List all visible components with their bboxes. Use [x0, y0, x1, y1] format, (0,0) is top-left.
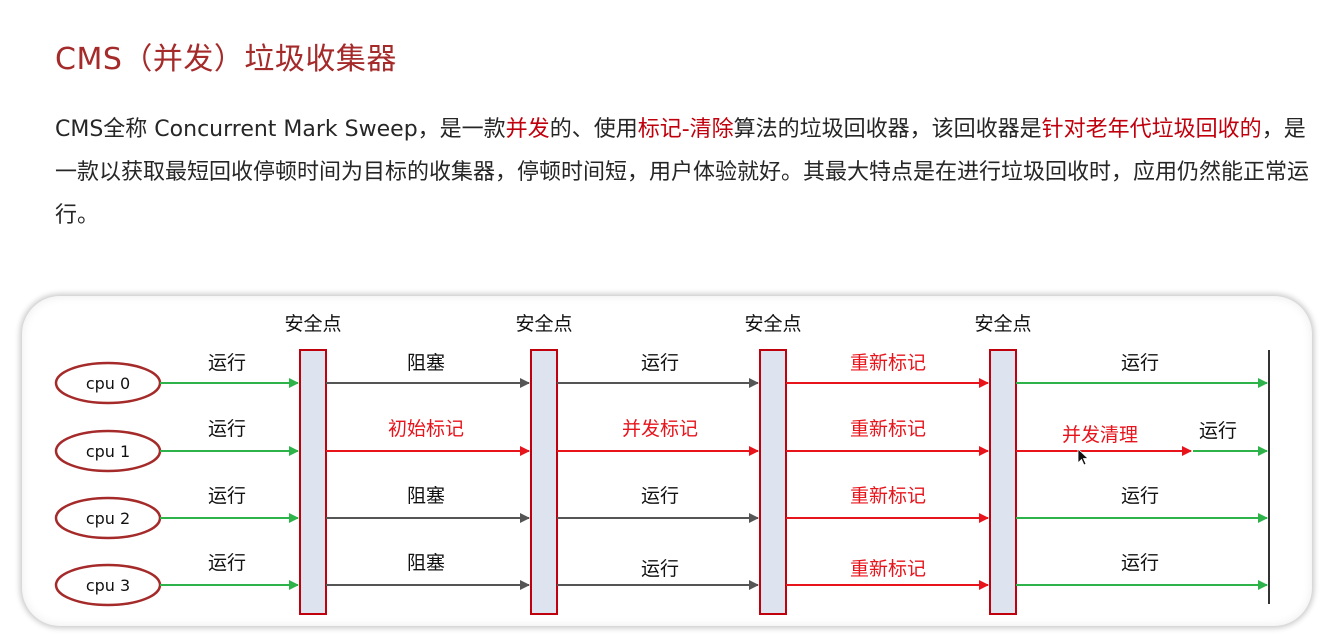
safepoint-label: 安全点 [744, 313, 801, 335]
cpu-label: cpu 0 [86, 374, 130, 393]
description-text: 算法的垃圾回收器，该回收器是 [733, 117, 1042, 142]
segment-label: 运行 [208, 485, 246, 507]
segment-label: 运行 [1121, 485, 1159, 507]
safepoint-label: 安全点 [515, 313, 572, 335]
cms-timeline-diagram: 安全点 安全点 安全点 安全点 cpu 0 运行 阻塞 运行 重新标记 运行 cpu 1 运行 初始标记… [22, 296, 1312, 626]
safepoint-bar [299, 349, 327, 615]
safepoint-label: 安全点 [284, 313, 341, 335]
segment-label: 运行 [208, 352, 246, 374]
segment-label: 并发清理 [1062, 424, 1138, 446]
safepoint-bar [759, 349, 787, 615]
segment-label: 阻塞 [407, 352, 445, 374]
segment-label: 运行 [641, 485, 679, 507]
page-title: CMS（并发）垃圾收集器 [55, 42, 397, 77]
cpu-label: cpu 1 [86, 442, 130, 461]
segment-label: 阻塞 [407, 552, 445, 574]
description-text: CMS全称 Concurrent Mark Sweep，是一款 [55, 117, 506, 142]
segment-label: 运行 [641, 558, 679, 580]
segment-label: 重新标记 [850, 485, 926, 507]
segment-label: 初始标记 [388, 418, 464, 440]
segment-label: 并发标记 [622, 418, 698, 440]
segment-label: 重新标记 [850, 418, 926, 440]
safepoint-bar [989, 349, 1017, 615]
segment-label: 重新标记 [850, 352, 926, 374]
safepoint-label: 安全点 [974, 313, 1031, 335]
segment-label: 运行 [1121, 552, 1159, 574]
segment-label: 运行 [1199, 420, 1237, 442]
segment-label: 运行 [208, 418, 246, 440]
segment-label: 运行 [641, 352, 679, 374]
description-highlight: 并发 [505, 117, 550, 142]
segment-label: 阻塞 [407, 485, 445, 507]
cpu-label: cpu 3 [86, 576, 130, 595]
segment-label: 重新标记 [850, 558, 926, 580]
description-highlight: 标记-清除 [637, 117, 734, 142]
description-paragraph: CMS全称 Concurrent Mark Sweep，是一款并发的、使用标记-… [55, 108, 1317, 237]
description-text: 的、使用 [549, 117, 638, 142]
safepoint-bar [530, 349, 558, 615]
segment-label: 运行 [208, 552, 246, 574]
segment-label: 运行 [1121, 352, 1159, 374]
timeline-canvas: 安全点 安全点 安全点 安全点cpu 0运行 阻塞 运行 重新标记 运行cpu 1运行 初始标记… [54, 313, 1270, 615]
description-highlight: 针对老年代垃圾回收的 [1041, 117, 1262, 142]
cpu-label: cpu 2 [86, 509, 130, 528]
